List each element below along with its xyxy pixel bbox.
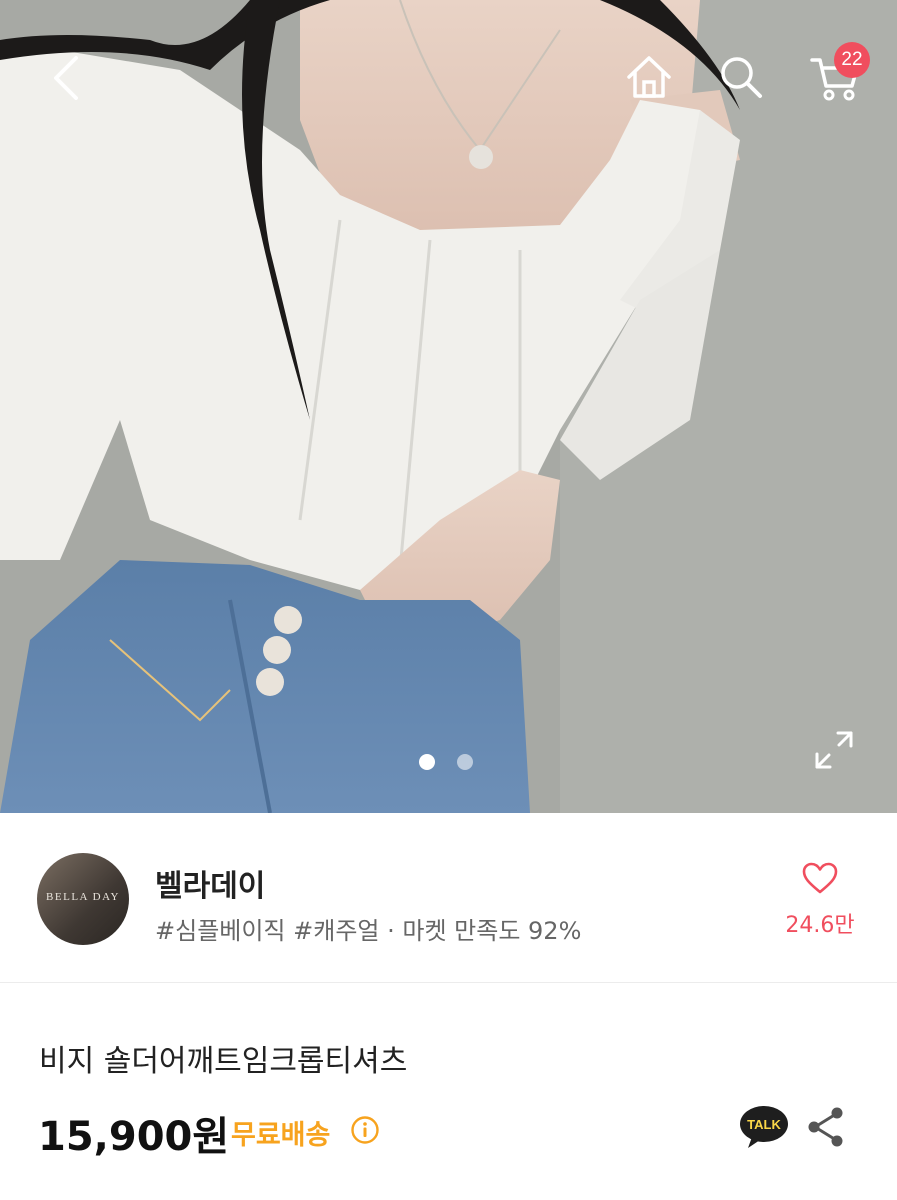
info-icon: [351, 1116, 379, 1144]
gallery-pagination: [419, 754, 473, 770]
like-button[interactable]: 24.6만: [772, 855, 868, 945]
home-icon: [627, 56, 671, 98]
avatar-logo-text: BELLA DAY: [46, 891, 120, 903]
kakao-talk-button[interactable]: TALK: [738, 1104, 790, 1152]
share-button[interactable]: [806, 1106, 846, 1148]
seller-name[interactable]: 벨라데이: [155, 861, 265, 905]
expand-image-button[interactable]: [808, 724, 860, 776]
share-icon: [808, 1107, 843, 1147]
product-title: 비지 숄더어깨트임크롭티셔츠: [39, 1044, 408, 1079]
free-shipping-label: 무료배송: [231, 1120, 331, 1151]
pagination-dot[interactable]: [457, 754, 473, 770]
chevron-left-icon: [54, 56, 78, 100]
talk-label: TALK: [747, 1117, 781, 1132]
like-count: 24.6만: [785, 913, 855, 938]
back-button[interactable]: [38, 50, 94, 106]
shipping-info-button[interactable]: [350, 1115, 380, 1145]
search-icon: [721, 57, 762, 98]
seller-avatar[interactable]: BELLA DAY: [37, 853, 129, 945]
kakao-talk-icon: TALK: [740, 1106, 788, 1148]
seller-row[interactable]: BELLA DAY 벨라데이 #심플베이직 #캐주얼 · 마켓 만족도 92% …: [0, 813, 897, 983]
product-photo: [0, 0, 897, 813]
pagination-dot-active[interactable]: [419, 754, 435, 770]
heart-icon: [802, 862, 838, 894]
product-image-gallery[interactable]: 22: [0, 0, 897, 813]
cart-button[interactable]: 22: [804, 42, 870, 106]
product-price: 15,900원: [38, 1114, 230, 1160]
cart-count-badge: 22: [834, 42, 870, 78]
expand-icon: [815, 731, 853, 769]
seller-tags: #심플베이직 #캐주얼 · 마켓 만족도 92%: [155, 917, 582, 945]
search-button[interactable]: [712, 48, 770, 106]
home-button[interactable]: [620, 48, 678, 106]
